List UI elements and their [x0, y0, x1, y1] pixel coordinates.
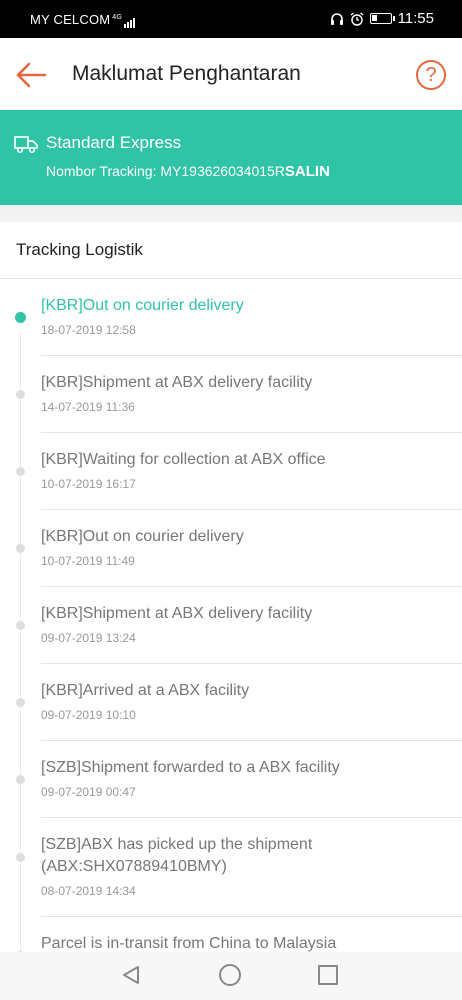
event-time: 09-07-2019 10:10 [41, 708, 136, 722]
event-description: [SZB]ABX has picked up the shipment (ABX… [41, 836, 313, 875]
shipping-banner: Standard Express Nombor Tracking: MY1936… [0, 110, 462, 205]
nav-recent-apps-icon[interactable] [318, 965, 338, 985]
event-description: [SZB]Shipment forwarded to a ABX facilit… [41, 759, 340, 776]
network-type: 4G [112, 14, 123, 21]
tracking-event: [KBR]Waiting for collection at ABX offic… [0, 433, 462, 510]
carrier-name: MY CELCOM [30, 12, 111, 27]
tracking-card: Tracking Logistik [KBR]Out on courier de… [0, 222, 462, 952]
event-time: 18-07-2019 12:58 [41, 323, 136, 337]
event-description: [KBR]Shipment at ABX delivery facility [41, 374, 313, 391]
tracking-event: [KBR]Out on courier delivery 18-07-2019 … [0, 279, 462, 356]
tracking-number: MY193626034015R [160, 163, 285, 179]
tracking-event: Parcel is in-transit from China to Malay… [0, 917, 462, 952]
tracking-timeline: [KBR]Out on courier delivery 18-07-2019 … [0, 279, 462, 952]
page-title: Maklumat Penghantaran [72, 62, 301, 85]
carrier-info: MY CELCOM 4G [30, 12, 136, 28]
status-icons: 11:55 [330, 10, 434, 27]
timeline-dot [16, 853, 25, 862]
headphones-icon [330, 12, 343, 25]
timeline-dot [16, 467, 25, 476]
event-time: 09-07-2019 13:24 [41, 631, 136, 645]
timeline-dot-active [15, 312, 26, 323]
event-time: 08-07-2019 14:34 [41, 884, 136, 898]
event-description: [KBR]Out on courier delivery [41, 528, 244, 545]
tracking-event: [KBR]Shipment at ABX delivery facility 1… [0, 356, 462, 433]
section-title: Tracking Logistik [16, 240, 143, 259]
copy-button[interactable]: SALIN [285, 163, 330, 180]
timeline-dot [16, 775, 25, 784]
event-time: 14-07-2019 11:36 [41, 400, 135, 414]
battery-icon [369, 13, 395, 24]
signal-icon [124, 13, 136, 28]
event-time: 10-07-2019 16:17 [41, 477, 136, 491]
shipping-method: Standard Express [46, 133, 182, 152]
help-circle-icon[interactable]: ? [416, 60, 446, 90]
arrow-left-icon[interactable] [14, 60, 48, 90]
status-bar: MY CELCOM 4G 11:55 [0, 0, 462, 38]
app-header: Maklumat Penghantaran ? [0, 38, 462, 110]
event-description: [KBR]Waiting for collection at ABX offic… [41, 451, 326, 468]
timeline-dot [16, 698, 25, 707]
truck-icon [14, 136, 38, 154]
tracking-label: Nombor Tracking: [46, 163, 161, 179]
tracking-event: [KBR]Arrived at a ABX facility 09-07-201… [0, 664, 462, 741]
event-time: 09-07-2019 00:47 [41, 785, 136, 799]
event-description: [KBR]Arrived at a ABX facility [41, 682, 250, 699]
tracking-event: [SZB]Shipment forwarded to a ABX facilit… [0, 741, 462, 818]
event-description: Parcel is in-transit from China to Malay… [41, 935, 337, 952]
clock: 11:55 [397, 10, 434, 27]
event-description: [KBR]Shipment at ABX delivery facility [41, 605, 313, 622]
timeline-dot [16, 544, 25, 553]
nav-home-icon[interactable] [219, 964, 241, 986]
timeline-dot [16, 621, 25, 630]
event-time: 10-07-2019 11:49 [41, 554, 135, 568]
system-nav-bar [0, 952, 462, 1000]
alarm-icon [350, 11, 363, 26]
tracking-event: [KBR]Out on courier delivery 10-07-2019 … [0, 510, 462, 587]
timeline-dot [16, 390, 25, 399]
tracking-event: [SZB]ABX has picked up the shipment (ABX… [0, 818, 462, 917]
nav-back-icon[interactable] [120, 964, 142, 986]
event-description: [KBR]Out on courier delivery [41, 297, 244, 314]
tracking-number-row: Nombor Tracking: MY193626034015RSALIN [46, 163, 330, 180]
tracking-event: [KBR]Shipment at ABX delivery facility 0… [0, 587, 462, 664]
